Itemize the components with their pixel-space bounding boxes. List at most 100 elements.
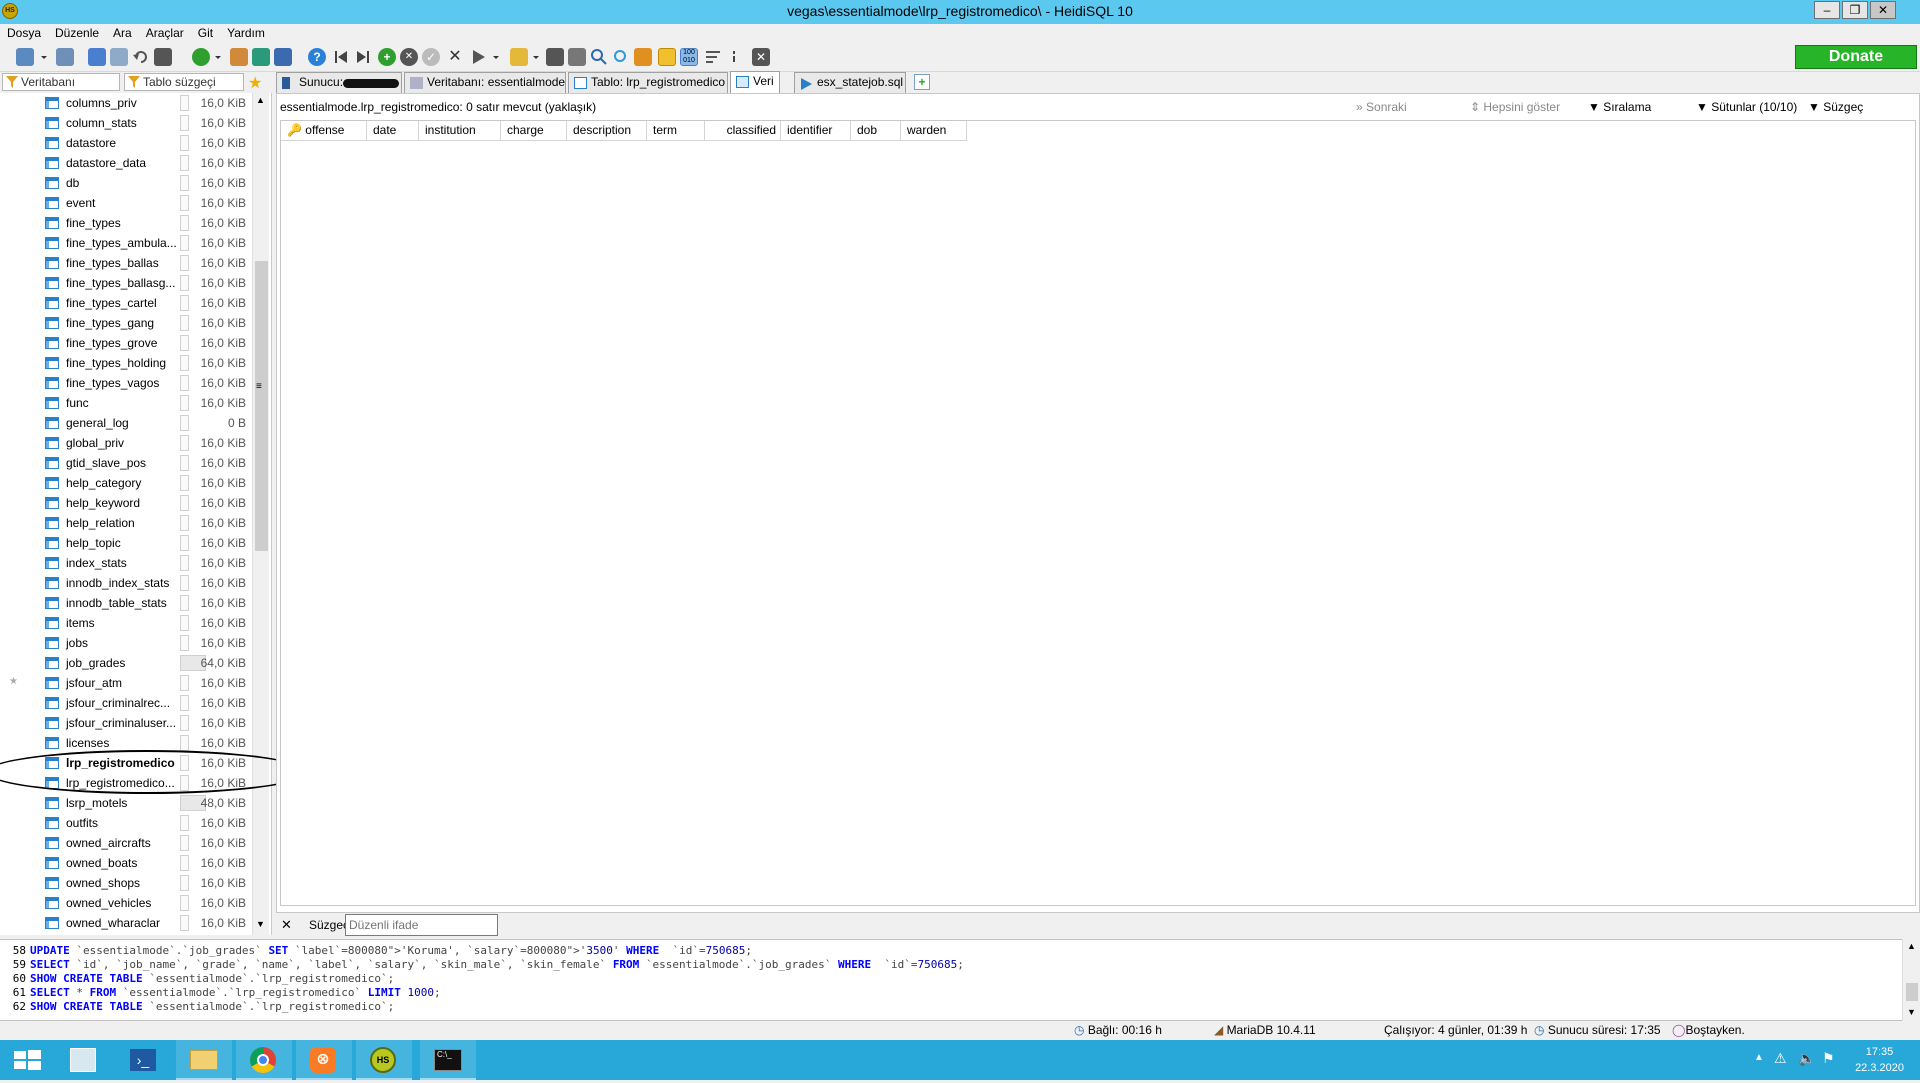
find-replace-icon[interactable] [612,48,630,66]
scroll-down-icon[interactable]: ▼ [1907,1007,1916,1017]
tree-table-item[interactable]: gtid_slave_pos 16,0 KiB [0,453,252,473]
tree-table-item[interactable]: jobs 16,0 KiB [0,633,252,653]
tray-volume-icon[interactable]: 🔈 [1798,1050,1815,1067]
columns-button[interactable]: ▼ Sütunlar (10/10) [1696,100,1797,114]
tree-table-item[interactable]: event 16,0 KiB [0,193,252,213]
tree-table-item[interactable]: jsfour_criminalrec... 16,0 KiB [0,693,252,713]
tree-table-item[interactable]: fine_types_gang 16,0 KiB [0,313,252,333]
tree-table-item[interactable]: columns_priv 16,0 KiB [0,93,252,113]
close-query-icon[interactable]: ✕ [752,48,770,66]
export-icon[interactable] [252,48,270,66]
tab-data[interactable]: Veri [730,71,780,93]
tab-table[interactable]: Tablo: lrp_registromedico [568,72,728,93]
connect-icon[interactable] [16,48,34,66]
tree-table-item[interactable]: innodb_table_stats 16,0 KiB [0,593,252,613]
tree-table-item[interactable]: help_topic 16,0 KiB [0,533,252,553]
tree-table-item[interactable]: func 16,0 KiB [0,393,252,413]
column-header-description[interactable]: description [567,121,647,141]
column-header-institution[interactable]: institution [419,121,501,141]
column-header-identifier[interactable]: identifier [781,121,851,141]
first-record-icon[interactable] [332,48,350,66]
show-all-button[interactable]: ⇕ Hepsini göster [1470,100,1560,114]
donate-button[interactable]: Donate [1795,45,1917,69]
heidisql-taskbar-icon[interactable]: HS [356,1040,412,1080]
undo-icon[interactable] [132,48,150,66]
sql-log[interactable]: 58 UPDATE `essentialmode`.`job_grades` SE… [0,939,1920,1021]
tree-table-item[interactable]: fine_types_ambula... 16,0 KiB [0,233,252,253]
command-prompt-icon[interactable]: C:\_ [420,1040,476,1080]
cancel-edit-icon[interactable]: ✕ [446,48,464,66]
maximize-button[interactable]: ❐ [1842,1,1868,19]
menu-go[interactable]: Git [191,24,220,42]
column-header-offense[interactable]: 🔑 offense [281,121,367,141]
taskbar-clock[interactable]: 17:35 22.3.2020 [1855,1044,1904,1076]
chrome-icon[interactable] [236,1040,292,1080]
scroll-up-icon[interactable]: ▲ [256,95,265,105]
tree-table-item[interactable]: fine_types 16,0 KiB [0,213,252,233]
data-grid[interactable]: 🔑 offense date institution charge descriptio… [280,120,1916,906]
menu-file[interactable]: Dosya [0,24,48,42]
tree-table-item[interactable]: index_stats 16,0 KiB [0,553,252,573]
chevron-down-icon[interactable] [532,48,540,66]
tree-table-item[interactable]: items 16,0 KiB [0,613,252,633]
tree-table-item[interactable]: column_stats 16,0 KiB [0,113,252,133]
save-as-icon[interactable] [568,48,586,66]
tree-table-item[interactable]: owned_boats 16,0 KiB [0,853,252,873]
tree-table-item[interactable]: fine_types_vagos 16,0 KiB [0,373,252,393]
menu-search[interactable]: Ara [106,24,139,42]
tree-table-item[interactable]: lsrp_motels 48,0 KiB [0,793,252,813]
disconnect-icon[interactable] [56,48,74,66]
print-icon[interactable] [154,48,172,66]
sql-log-scrollbar-thumb[interactable] [1906,983,1918,1001]
last-record-icon[interactable] [354,48,372,66]
tree-table-item[interactable]: datastore 16,0 KiB [0,133,252,153]
save-icon[interactable] [546,48,564,66]
post-record-icon[interactable]: ✓ [422,48,440,66]
tree-scrollbar-thumb[interactable] [255,261,268,551]
delete-record-icon[interactable]: ✕ [400,48,418,66]
scroll-up-icon[interactable]: ▲ [1907,941,1916,951]
favorite-star-icon[interactable]: ★ [9,676,18,687]
wrap-icon[interactable] [704,48,722,66]
copy-icon[interactable] [88,48,106,66]
tree-table-item[interactable]: owned_vehicles 16,0 KiB [0,893,252,913]
column-header-term[interactable]: term [647,121,705,141]
sql-log-scrollbar[interactable]: ▲ ▼ [1902,939,1920,1021]
filter-button[interactable]: ▼ Süzgeç [1808,100,1863,114]
tree-table-item[interactable]: owned_wharaclar 16,0 KiB [0,913,252,933]
help-icon[interactable]: ? [308,48,326,66]
filter-regex-input[interactable] [345,914,498,936]
tab-server[interactable]: Sunucu: [276,72,402,93]
tree-table-item[interactable]: help_relation 16,0 KiB [0,513,252,533]
tree-table-item[interactable]: datastore_data 16,0 KiB [0,153,252,173]
file-explorer-icon[interactable] [176,1040,232,1080]
tree-table-item[interactable]: general_log 0 B [0,413,252,433]
tray-flag-icon[interactable]: ⚑ [1822,1050,1835,1067]
transfer-icon[interactable] [274,48,292,66]
tree-table-item[interactable]: fine_types_ballas 16,0 KiB [0,253,252,273]
tree-table-item[interactable]: help_category 16,0 KiB [0,473,252,493]
format-brush-icon[interactable] [634,48,652,66]
open-folder-icon[interactable] [510,48,528,66]
tab-database[interactable]: Veritabanı: essentialmode [404,72,566,93]
tree-table-item[interactable]: fine_types_cartel 16,0 KiB [0,293,252,313]
tree-table-item[interactable]: outfits 16,0 KiB [0,813,252,833]
binary-icon[interactable]: 100 010 [680,48,698,66]
tab-query[interactable]: esx_statejob.sql [794,72,906,93]
start-button[interactable] [0,1040,56,1080]
column-header-classified[interactable]: classified [705,121,781,141]
more-icon[interactable] [730,48,738,66]
tree-table-item[interactable]: job_grades 64,0 KiB [0,653,252,673]
chevron-down-icon[interactable] [40,48,48,66]
chevron-down-icon[interactable] [492,48,500,66]
powershell-icon[interactable]: ›_ [116,1040,172,1080]
next-button[interactable]: » Sonraki [1356,100,1407,114]
tree-table-item[interactable]: global_priv 16,0 KiB [0,433,252,453]
tree-table-item[interactable]: owned_shops 16,0 KiB [0,873,252,893]
xampp-icon[interactable]: ⊗ [296,1040,352,1080]
tray-expand-icon[interactable]: ▲ [1754,1052,1764,1063]
tree-table-item[interactable]: innodb_index_stats 16,0 KiB [0,573,252,593]
close-filter-icon[interactable]: ✕ [281,917,292,933]
column-header-warden[interactable]: warden [901,121,967,141]
tray-network-icon[interactable]: ⚠ [1774,1050,1787,1067]
